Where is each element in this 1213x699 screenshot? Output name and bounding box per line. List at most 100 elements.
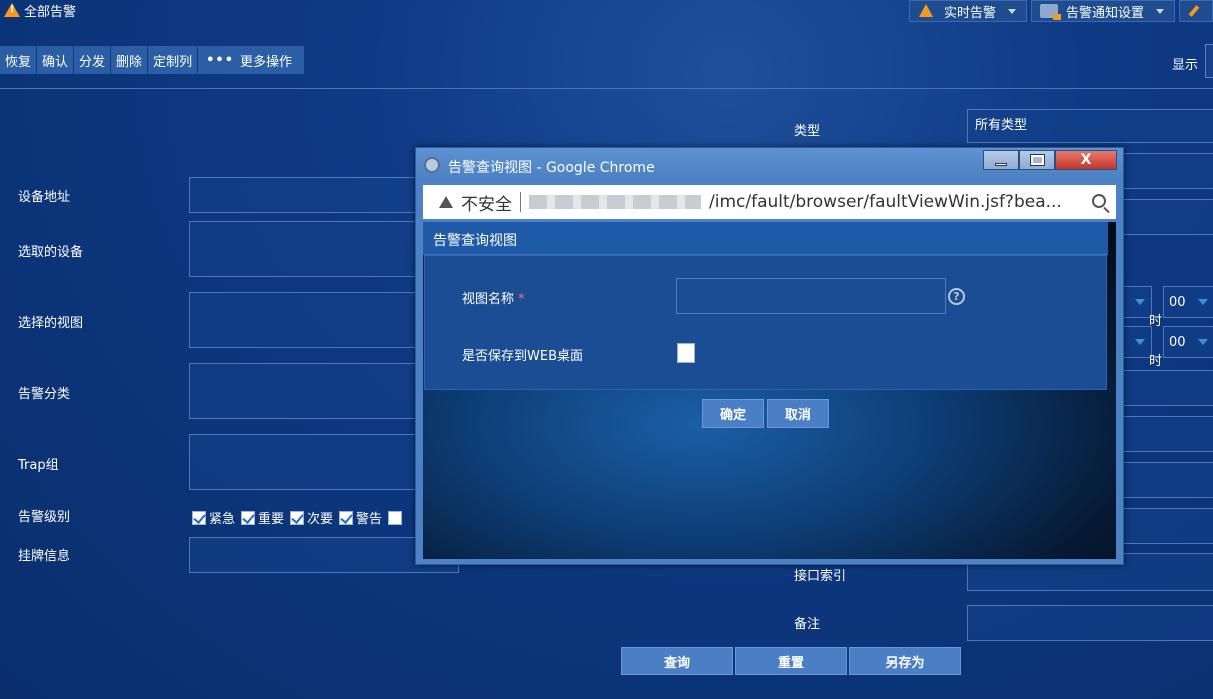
selected-devices-label: 选取的设备 <box>18 245 84 260</box>
type-select-value: 所有类型 <box>975 118 1028 133</box>
level-critical[interactable]: 紧急 <box>192 508 235 527</box>
window-controls: X <box>983 150 1117 170</box>
chevron-down-icon <box>1135 339 1145 345</box>
checkbox-warning[interactable] <box>339 510 354 525</box>
query-button[interactable]: 查询 <box>621 647 733 675</box>
level-major[interactable]: 重要 <box>241 508 284 527</box>
minimize-button[interactable] <box>983 150 1019 170</box>
dispatch-button[interactable]: 分发 <box>74 46 112 74</box>
alarm-icon <box>4 2 20 18</box>
confirm-button[interactable]: 确认 <box>37 46 75 74</box>
trap-group-label: Trap组 <box>18 458 59 473</box>
chevron-down-icon <box>1007 8 1016 14</box>
separator <box>520 192 521 212</box>
address-bar[interactable]: 不安全 /imc/fault/browser/faultViewWin.jsf?… <box>423 185 1116 219</box>
delete-button[interactable]: 删除 <box>111 46 149 74</box>
remark-input[interactable] <box>967 605 1213 641</box>
alarm-category-label: 告警分类 <box>18 387 71 402</box>
checkbox-major[interactable] <box>241 510 256 525</box>
top-right-buttons: 实时告警 告警通知设置 <box>908 0 1213 22</box>
app-title: 全部告警 <box>4 0 76 20</box>
right-field-3[interactable] <box>1110 370 1213 406</box>
chevron-down-icon <box>1198 339 1208 345</box>
realtime-alarm-label: 实时告警 <box>943 5 996 21</box>
restore-button[interactable]: 恢复 <box>0 46 38 74</box>
wrench-icon <box>1186 3 1206 19</box>
checkbox-minor[interactable] <box>290 510 305 525</box>
custom-columns-button[interactable]: 定制列 <box>148 46 199 74</box>
alarm-level-label: 告警级别 <box>18 510 71 525</box>
dialog-title: 告警查询视图 <box>423 222 1108 255</box>
hour-select-2-value: 00 <box>1169 335 1186 350</box>
alarm-level-checkboxes: 紧急 重要 次要 警告 <box>192 508 404 527</box>
right-field-6[interactable] <box>1110 508 1213 544</box>
zoom-icon[interactable] <box>1092 194 1106 208</box>
insecure-label: 不安全 <box>461 194 512 215</box>
warning-icon <box>439 196 453 208</box>
more-dots-icon: ••• <box>206 52 235 68</box>
url-text: /imc/fault/browser/faultViewWin.jsf?bea.… <box>709 192 1062 212</box>
save-web-checkbox[interactable] <box>677 343 695 363</box>
right-field-4[interactable] <box>1110 416 1213 452</box>
window-title: 告警查询视图 - Google Chrome <box>448 160 655 176</box>
more-operations-button[interactable]: ••• 更多操作 <box>198 46 306 74</box>
divider <box>0 88 1213 89</box>
checkbox-critical[interactable] <box>192 510 206 525</box>
chrome-popup-window: 告警查询视图 - Google Chrome X 不安全 /imc/fault/… <box>415 147 1124 565</box>
chevron-down-icon <box>1156 8 1164 14</box>
level-critical-label: 紧急 <box>209 512 236 527</box>
tag-info-label: 挂牌信息 <box>18 549 71 564</box>
required-mark: * <box>518 292 525 307</box>
more-operations-label: 更多操作 <box>240 54 293 70</box>
minimize-icon <box>995 162 1007 166</box>
action-toolbar: 恢复 确认 分发 删除 定制列 ••• 更多操作 <box>0 46 306 74</box>
maximize-button[interactable] <box>1019 150 1055 170</box>
chevron-down-icon <box>1135 299 1145 305</box>
level-warning-label: 警告 <box>356 512 383 527</box>
save-web-label: 是否保存到WEB桌面 <box>462 349 583 364</box>
view-name-text: 视图名称 <box>462 292 515 307</box>
notify-icon <box>1039 4 1061 20</box>
view-name-label: 视图名称 * <box>462 288 525 307</box>
window-titlebar[interactable]: 告警查询视图 - Google Chrome X <box>416 148 1123 182</box>
app-title-text: 全部告警 <box>24 4 77 20</box>
alarm-notify-label: 告警通知设置 <box>1065 5 1144 21</box>
maximize-icon <box>1029 154 1045 166</box>
hour-select-1-value: 00 <box>1169 295 1186 310</box>
alarm-bell-icon <box>918 3 936 19</box>
display-count-select[interactable] <box>1205 44 1213 78</box>
hour-select-1[interactable]: 00 <box>1163 286 1213 318</box>
popup-content: 告警查询视图 视图名称 * ? 是否保存到WEB桌面 确定 取消 <box>423 222 1116 559</box>
cancel-button[interactable]: 取消 <box>767 399 829 428</box>
dialog-body: 视图名称 * ? 是否保存到WEB桌面 <box>424 255 1107 390</box>
hour-select-2[interactable]: 00 <box>1163 326 1213 358</box>
ok-button[interactable]: 确定 <box>702 399 764 428</box>
device-address-label: 设备地址 <box>18 190 71 205</box>
view-name-input[interactable] <box>676 278 946 314</box>
hour-unit-2: 时 <box>1149 354 1163 369</box>
remark-label: 备注 <box>794 617 821 632</box>
checkbox-other[interactable] <box>388 510 403 525</box>
level-minor-label: 次要 <box>307 512 334 527</box>
level-other[interactable] <box>388 510 403 525</box>
type-select[interactable]: 所有类型 <box>967 109 1213 143</box>
tools-button[interactable] <box>1179 0 1213 22</box>
save-as-button[interactable]: 另存为 <box>849 647 961 675</box>
type-label: 类型 <box>794 124 821 139</box>
realtime-alarm-button[interactable]: 实时告警 <box>908 0 1027 22</box>
right-field-5[interactable] <box>1110 462 1213 498</box>
close-button[interactable]: X <box>1055 150 1117 170</box>
interface-index-label: 接口索引 <box>794 569 847 584</box>
display-label: 显示 <box>1172 58 1199 73</box>
reset-button[interactable]: 重置 <box>735 647 847 675</box>
redacted-host <box>529 195 701 209</box>
level-minor[interactable]: 次要 <box>290 508 333 527</box>
alarm-notify-settings-button[interactable]: 告警通知设置 <box>1030 0 1175 22</box>
chevron-down-icon <box>1198 299 1208 305</box>
chrome-icon <box>424 157 440 173</box>
level-warning[interactable]: 警告 <box>339 508 382 527</box>
level-major-label: 重要 <box>258 512 285 527</box>
help-icon[interactable]: ? <box>948 288 965 305</box>
selected-views-label: 选择的视图 <box>18 316 84 331</box>
close-icon: X <box>1080 152 1092 168</box>
